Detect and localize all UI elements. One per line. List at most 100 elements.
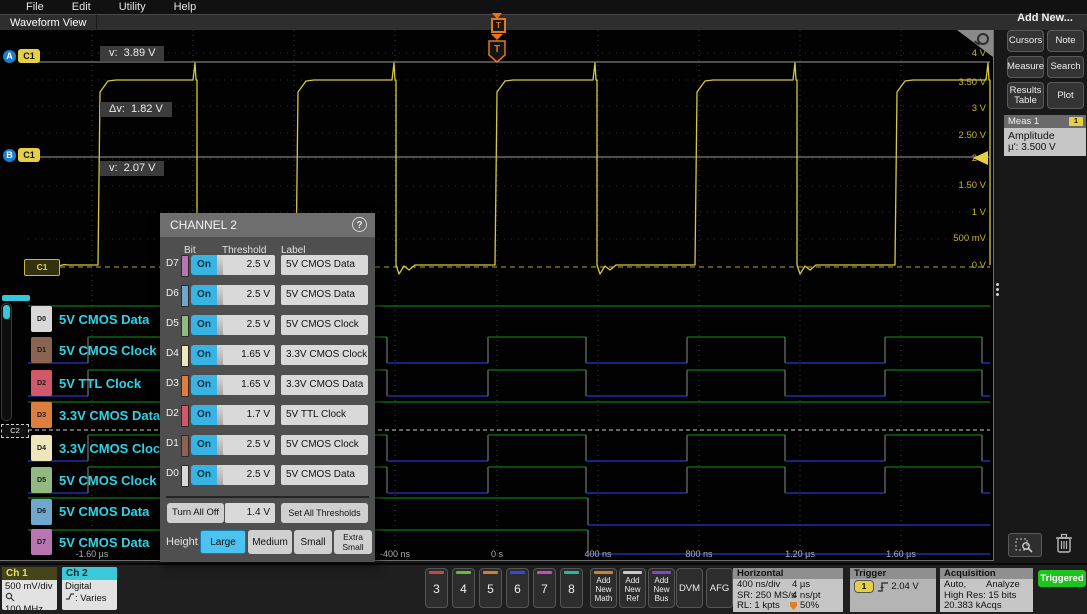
cursor-a-badge[interactable]: A (3, 50, 16, 63)
digital-chip-d7[interactable]: D7 (31, 529, 52, 555)
digital-group-scrollbar[interactable] (1, 303, 12, 421)
bit-on-toggle[interactable]: On (191, 375, 217, 395)
bit-threshold-field[interactable]: 1.7 V (223, 405, 275, 425)
turn-all-off-button[interactable]: Turn All Off (167, 503, 224, 523)
digital-chip-d5[interactable]: D5 (31, 467, 52, 493)
ch2-position-marker[interactable]: C2 (1, 424, 29, 438)
menu-file[interactable]: File (26, 1, 44, 13)
help-icon[interactable]: ? (352, 217, 367, 232)
digital-group-scroll-thumb[interactable] (3, 305, 10, 319)
trigger-position-marker-icon[interactable]: T (491, 18, 506, 33)
add-new-cursors-button[interactable]: Cursors (1007, 30, 1044, 52)
bit-label-field[interactable]: 5V CMOS Clock (281, 315, 368, 335)
ch2-badge[interactable]: Ch 2 Digital : Varies (62, 567, 117, 610)
digital-channel-d2[interactable]: D25V TTL Clock (31, 369, 141, 397)
add-new-plot-button[interactable]: Plot (1047, 82, 1084, 109)
ch1-position-marker[interactable]: C1 (24, 259, 60, 276)
cursor-b-channel-badge[interactable]: C1 (18, 148, 40, 162)
tab-waveform-view[interactable]: Waveform View (0, 15, 97, 31)
add-new-note-button[interactable]: Note (1047, 30, 1084, 52)
meas1-panel[interactable]: Meas 1 1 Amplitude µ': 3.500 V (1004, 115, 1086, 156)
trigger-source-badge: 1 (854, 580, 874, 593)
set-all-thresholds-button[interactable]: Set All Thresholds (281, 503, 368, 523)
bit-threshold-field[interactable]: 2.5 V (223, 315, 275, 335)
bit-on-toggle[interactable]: On (191, 405, 217, 425)
digital-channel-d3[interactable]: D33.3V CMOS Data (31, 401, 160, 429)
channel-6-button[interactable]: 6 (506, 568, 529, 608)
channel-4-button[interactable]: 4 (452, 568, 475, 608)
bit-label-field[interactable]: 5V CMOS Data (281, 465, 368, 485)
bit-label-field[interactable]: 3.3V CMOS Data (281, 375, 368, 395)
bit-label-field[interactable]: 5V CMOS Clock (281, 435, 368, 455)
afg-button[interactable]: AFG (706, 568, 733, 608)
height-large-button[interactable]: Large (200, 530, 246, 554)
acquisition-header: Acquisition (940, 568, 1033, 579)
menu-edit[interactable]: Edit (72, 1, 91, 13)
dialog-row-d4: D4On1.65 V3.3V CMOS Clock (160, 343, 375, 368)
meas1-name: Meas 1 (1008, 116, 1039, 127)
add-new-math-button[interactable]: AddNewMath (590, 568, 617, 608)
bit-threshold-field[interactable]: 2.5 V (223, 435, 275, 455)
digital-channel-d4[interactable]: D43.3V CMOS Clock (31, 434, 167, 462)
add-new-bus-button[interactable]: AddNewBus (648, 568, 675, 608)
bit-label-field[interactable]: 3.3V CMOS Clock (281, 345, 368, 365)
bit-on-toggle[interactable]: On (191, 465, 217, 485)
bit-label-field[interactable]: 5V TTL Clock (281, 405, 368, 425)
digital-channel-d6[interactable]: D65V CMOS Data (31, 498, 149, 526)
digital-chip-d0[interactable]: D0 (31, 306, 52, 332)
bit-on-toggle[interactable]: On (191, 315, 217, 335)
meas1-header[interactable]: Meas 1 1 (1004, 115, 1086, 128)
channel-3-button[interactable]: 3 (425, 568, 448, 608)
bit-threshold-field[interactable]: 2.5 V (223, 285, 275, 305)
bit-threshold-field[interactable]: 2.5 V (223, 465, 275, 485)
trash-button[interactable] (1052, 530, 1076, 556)
digital-channel-d0[interactable]: D05V CMOS Data (31, 305, 149, 333)
bit-on-toggle[interactable]: On (191, 255, 217, 275)
height-medium-button[interactable]: Medium (248, 530, 292, 554)
channel-number: 7 (534, 582, 555, 596)
channel-8-button[interactable]: 8 (560, 568, 583, 608)
bit-threshold-field[interactable]: 1.65 V (223, 375, 275, 395)
trigger-panel[interactable]: Trigger 1 2.04 V (850, 568, 936, 612)
add-new-measure-button[interactable]: Measure (1007, 56, 1044, 78)
digital-chip-d3[interactable]: D3 (31, 402, 52, 428)
zoom-mode-button[interactable] (1008, 533, 1042, 557)
bit-on-toggle[interactable]: On (191, 345, 217, 365)
add-new-results-table-button[interactable]: Results Table (1007, 82, 1044, 109)
digital-group-handle[interactable] (2, 295, 30, 301)
dvm-button[interactable]: DVM (676, 568, 703, 608)
add-new-ref-button[interactable]: AddNewRef (619, 568, 646, 608)
channel-5-button[interactable]: 5 (479, 568, 502, 608)
channel-7-button[interactable]: 7 (533, 568, 556, 608)
bit-name: D2 (166, 408, 179, 419)
waveform-plot[interactable]: T4 V3.50 V3 V2.50 V2 V1.50 V1 V500 mV0 V… (0, 30, 994, 561)
bit-threshold-field[interactable]: 2.5 V (223, 255, 275, 275)
bit-on-toggle[interactable]: On (191, 435, 217, 455)
all-threshold-field[interactable]: 1.4 V (225, 503, 275, 523)
channel-color-strip (483, 571, 498, 574)
digital-chip-d4[interactable]: D4 (31, 435, 52, 461)
acquisition-panel[interactable]: Acquisition Auto, Analyze High Res: 15 b… (940, 568, 1033, 612)
horizontal-panel[interactable]: Horizontal 400 ns/div4 µs SR: 250 MS/s4 … (733, 568, 843, 612)
bit-label-field[interactable]: 5V CMOS Data (281, 285, 368, 305)
digital-channel-d5[interactable]: D55V CMOS Clock (31, 466, 157, 494)
menu-help[interactable]: Help (174, 1, 197, 13)
cursor-b-badge[interactable]: B (3, 149, 16, 162)
digital-chip-d6[interactable]: D6 (31, 499, 52, 525)
panel-resize-handle[interactable] (996, 283, 999, 298)
height-extra-small-button[interactable]: Extra Small (334, 530, 372, 554)
digital-chip-d1[interactable]: D1 (31, 337, 52, 363)
dialog-title-bar[interactable]: CHANNEL 2 ? (160, 213, 375, 237)
digital-chip-d2[interactable]: D2 (31, 370, 52, 396)
digital-channel-d1[interactable]: D15V CMOS Clock (31, 336, 157, 364)
bit-on-toggle[interactable]: On (191, 285, 217, 305)
ch1-badge[interactable]: Ch 1 500 mV/div 100 MHz (2, 567, 57, 610)
digital-channel-d7[interactable]: D75V CMOS Data (31, 528, 149, 556)
bit-label-field[interactable]: 5V CMOS Data (281, 255, 368, 275)
height-small-button[interactable]: Small (294, 530, 332, 554)
menu-utility[interactable]: Utility (119, 1, 146, 13)
horizontal-header: Horizontal (733, 568, 843, 579)
add-new-search-button[interactable]: Search (1047, 56, 1084, 78)
bit-threshold-field[interactable]: 1.65 V (223, 345, 275, 365)
cursor-a-channel-badge[interactable]: C1 (18, 49, 40, 63)
